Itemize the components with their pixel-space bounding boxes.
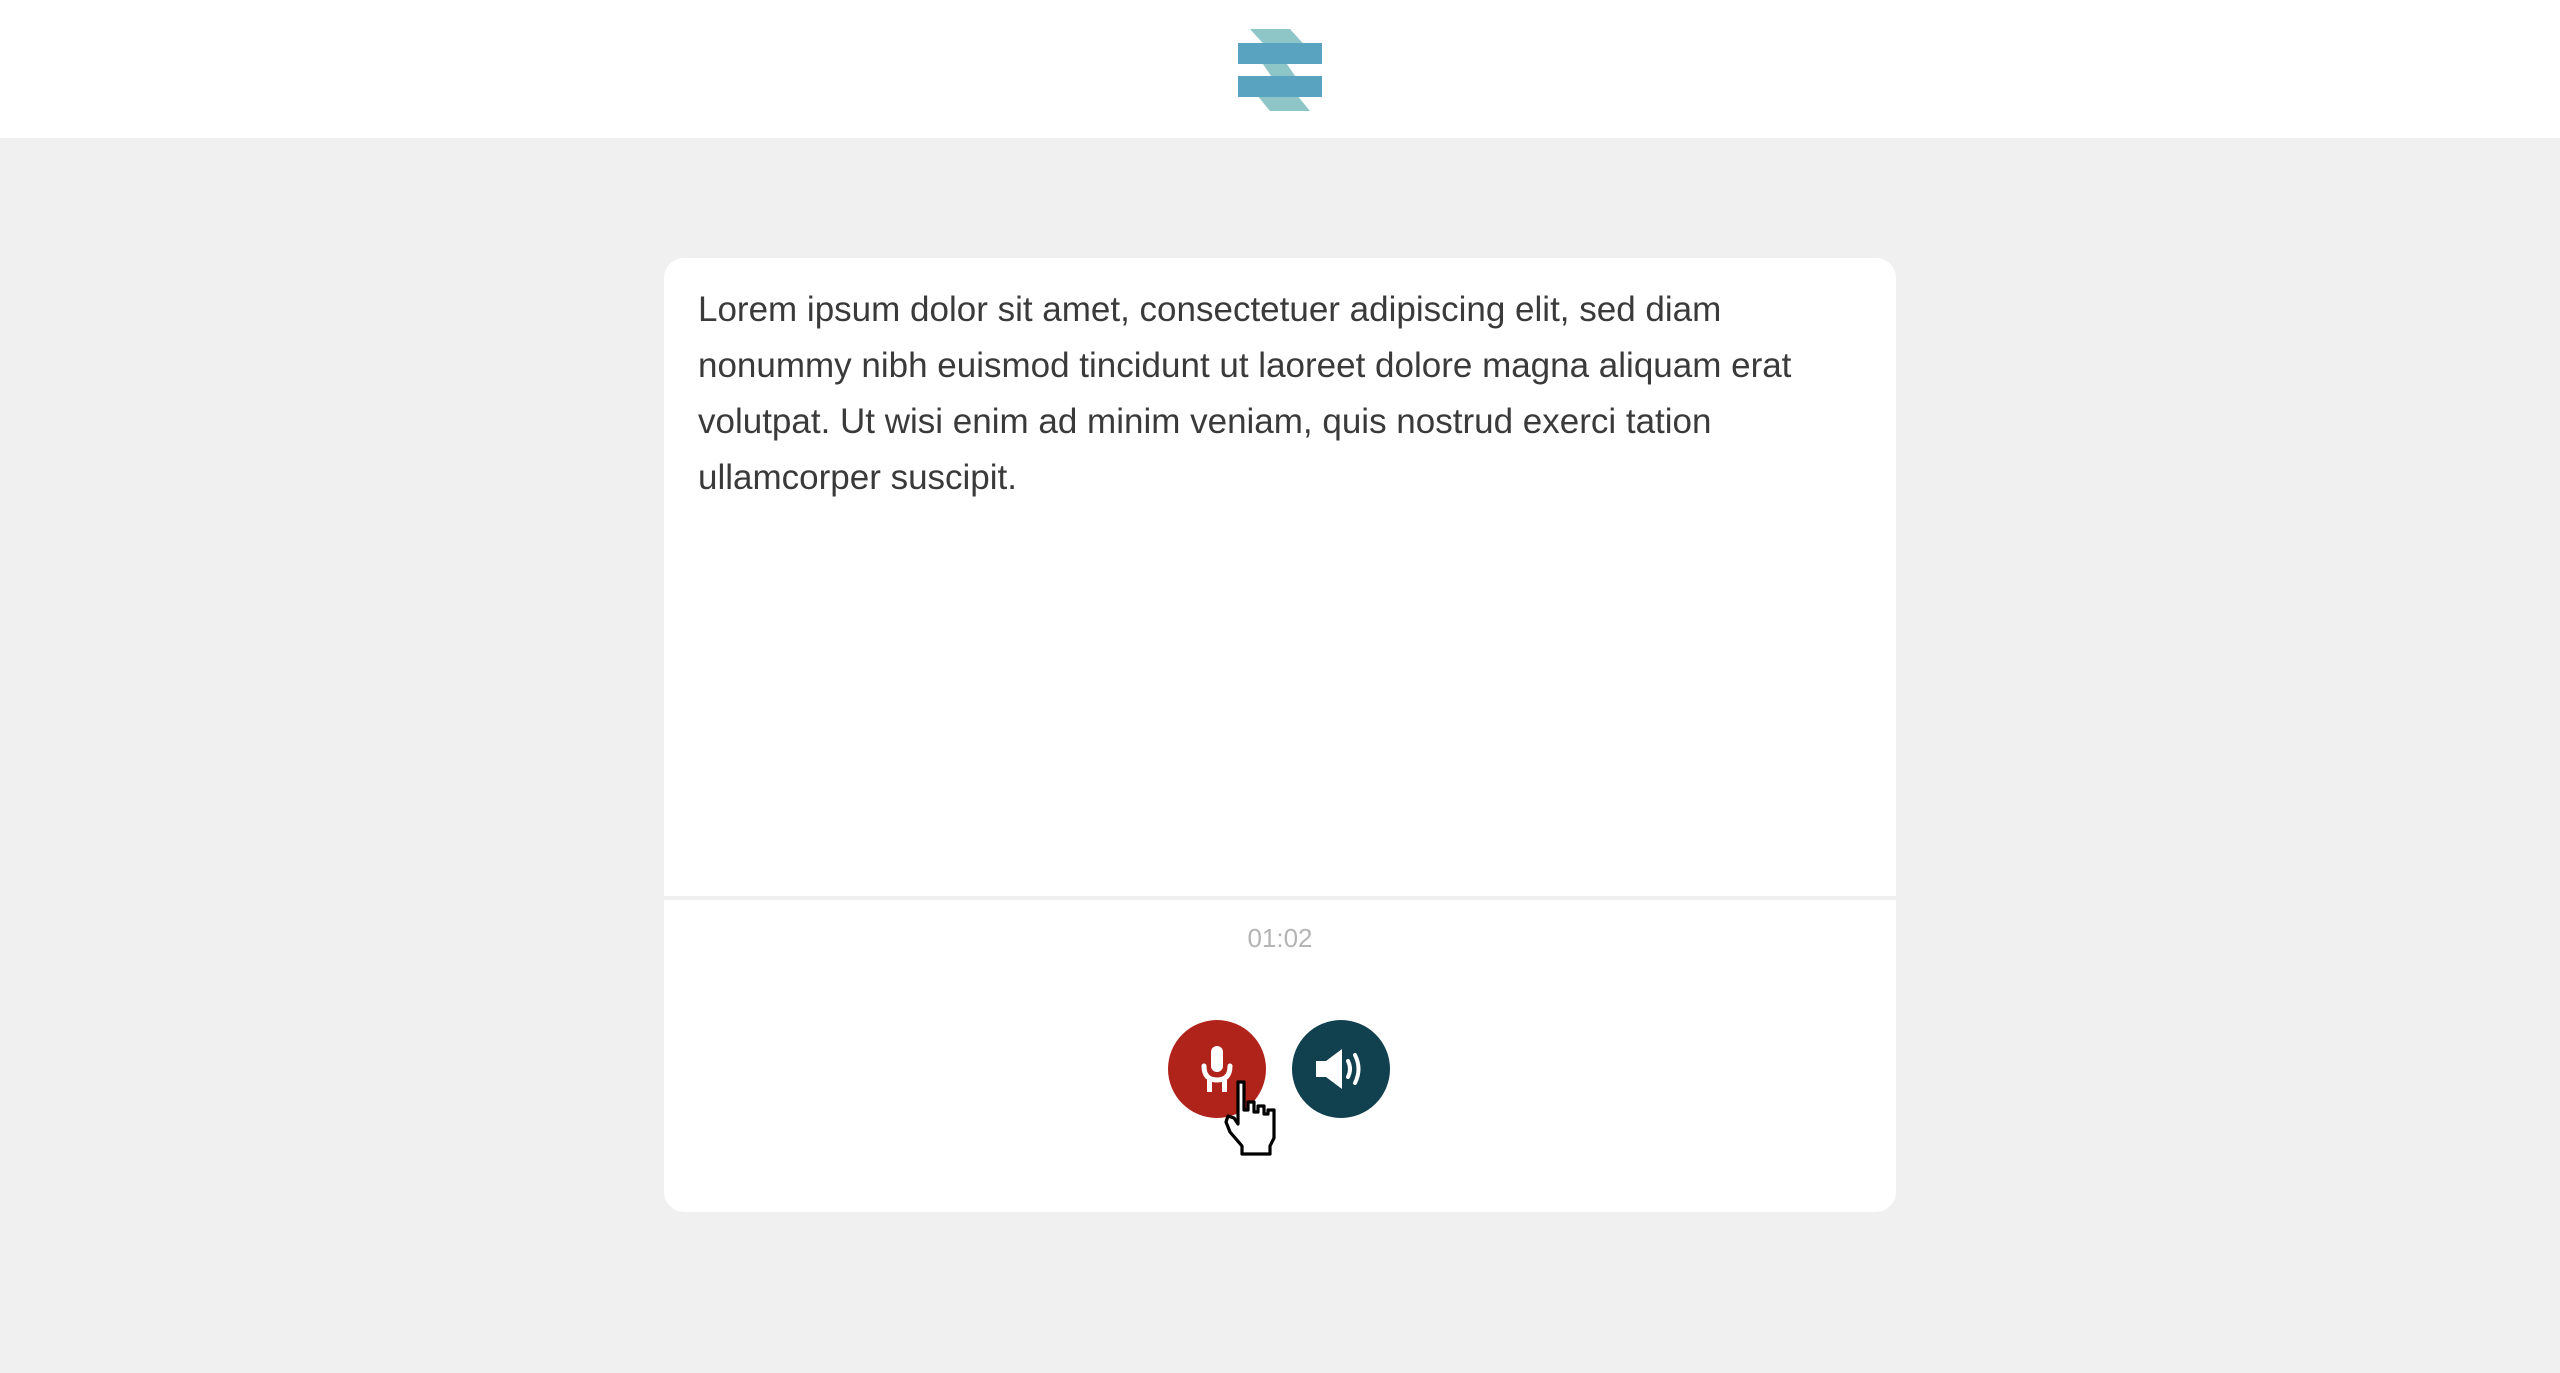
hand-pointer-icon — [1224, 1080, 1276, 1156]
speaker-icon — [1316, 1049, 1361, 1089]
divider — [664, 896, 1896, 900]
play-audio-button[interactable] — [1292, 1020, 1390, 1118]
passage-text: Lorem ipsum dolor sit amet, consectetuer… — [698, 290, 1792, 497]
passage-area: Lorem ipsum dolor sit amet, consectetuer… — [664, 258, 1896, 896]
top-bar — [0, 0, 2560, 138]
logo-icon — [1238, 29, 1322, 111]
recording-card: Lorem ipsum dolor sit amet, consectetuer… — [664, 258, 1896, 1212]
timer-display: 01:02 — [1247, 923, 1313, 953]
